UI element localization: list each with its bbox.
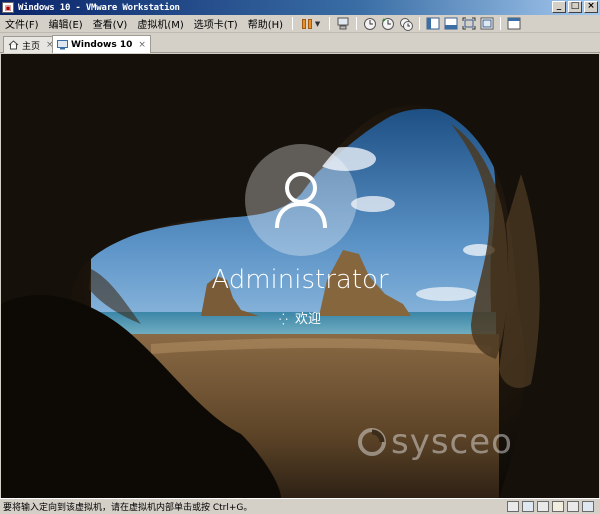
tab-windows-10[interactable]: Windows 10 × xyxy=(52,35,151,53)
menu-help[interactable]: 帮助(H) xyxy=(243,16,288,31)
sound-icon[interactable] xyxy=(552,501,564,512)
network-icon[interactable] xyxy=(522,501,534,512)
snapshot-manager-icon xyxy=(400,17,414,31)
welcome-label: 欢迎 xyxy=(294,312,321,327)
menu-view[interactable]: 查看(V) xyxy=(88,16,133,31)
toolbar-separator xyxy=(419,17,421,30)
chevron-down-icon: ▼ xyxy=(314,19,321,28)
tab-home-label: 主页 xyxy=(22,41,41,52)
printer-icon[interactable] xyxy=(567,501,579,512)
minimize-button[interactable]: _ xyxy=(552,1,566,13)
window-title: Windows 10 - VMware Workstation xyxy=(18,2,180,13)
pause-button[interactable]: ▼ xyxy=(298,17,324,31)
maximize-button[interactable]: □ xyxy=(568,1,582,13)
fullscreen-icon xyxy=(462,17,476,30)
welcome-status: ⁛ 欢迎 xyxy=(1,308,599,327)
console-view-button[interactable] xyxy=(506,17,522,31)
thumbnail-icon xyxy=(444,17,458,30)
revert-snapshot-button[interactable] xyxy=(380,17,396,31)
menu-file[interactable]: 文件(F) xyxy=(0,16,44,31)
thumbnail-bar-button[interactable] xyxy=(443,17,459,31)
tab-windows-10-label: Windows 10 xyxy=(71,39,133,50)
show-library-button[interactable] xyxy=(425,17,441,31)
user-icon xyxy=(275,172,327,229)
menu-tabs[interactable]: 选项卡(T) xyxy=(189,16,243,31)
snapshot-icon xyxy=(364,17,377,30)
show-library-icon xyxy=(426,17,440,30)
usb-icon[interactable] xyxy=(537,501,549,512)
tab-home[interactable]: 主页 × xyxy=(3,36,59,53)
unity-icon xyxy=(480,17,494,30)
console-view-icon xyxy=(507,17,521,30)
hdd-icon[interactable] xyxy=(507,501,519,512)
toolbar-separator xyxy=(292,17,294,30)
display-icon[interactable] xyxy=(582,501,594,512)
vm-display[interactable]: Administrator ⁛ 欢迎 sysceo xyxy=(1,54,599,498)
close-button[interactable]: × xyxy=(584,1,598,13)
unity-button[interactable] xyxy=(479,17,495,31)
tab-strip: 主页 × Windows 10 × xyxy=(0,33,600,53)
snapshot-manager-button[interactable] xyxy=(398,17,414,31)
vmware-app-icon: ▣ xyxy=(2,2,14,13)
vm-icon xyxy=(57,39,68,49)
fullscreen-button[interactable] xyxy=(461,17,477,31)
menu-edit[interactable]: 编辑(E) xyxy=(44,16,88,31)
watermark: sysceo xyxy=(357,422,513,462)
loading-spinner-icon: ⁛ xyxy=(279,313,288,326)
username-label: Administrator xyxy=(211,265,389,295)
toolbar-separator xyxy=(329,17,331,30)
toolbar-separator xyxy=(356,17,358,30)
take-snapshot-button[interactable] xyxy=(362,17,378,31)
user-avatar xyxy=(245,144,357,256)
title-bar: ▣ Windows 10 - VMware Workstation _ □ × xyxy=(0,0,600,15)
revert-snapshot-icon xyxy=(382,17,395,30)
home-icon xyxy=(8,40,19,50)
menu-vm[interactable]: 虚拟机(M) xyxy=(132,16,188,31)
send-ctrl-alt-del-button[interactable] xyxy=(335,17,351,31)
watermark-logo-icon xyxy=(358,428,386,456)
watermark-text: sysceo xyxy=(391,422,513,462)
pause-icon xyxy=(301,18,312,29)
status-message: 要将输入定向到该虚拟机，请在虚拟机内部单击或按 Ctrl+G。 xyxy=(3,503,253,513)
send-ctrl-alt-del-icon xyxy=(337,17,349,30)
toolbar-separator xyxy=(500,17,502,30)
menu-bar: 文件(F) 编辑(E) 查看(V) 虚拟机(M) 选项卡(T) 帮助(H) ▼ xyxy=(0,15,600,33)
status-bar: 要将输入定向到该虚拟机，请在虚拟机内部单击或按 Ctrl+G。 xyxy=(0,498,600,514)
close-icon[interactable]: × xyxy=(138,40,146,50)
